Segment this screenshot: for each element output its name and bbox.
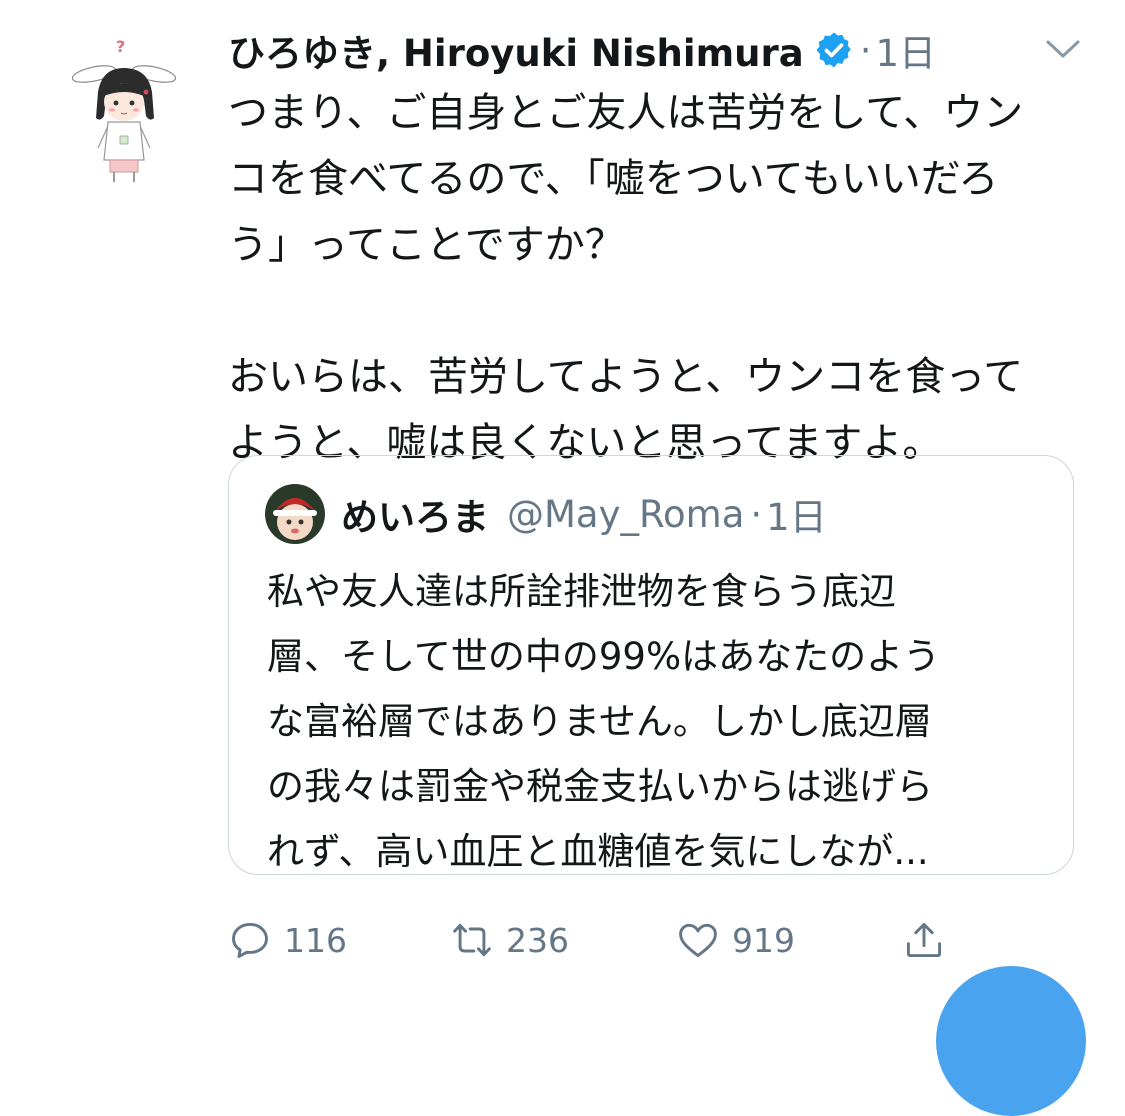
share-icon bbox=[906, 922, 942, 958]
share-button[interactable] bbox=[902, 915, 946, 965]
header-separator: · bbox=[859, 28, 872, 72]
retweet-icon bbox=[453, 923, 491, 957]
svg-text:?: ? bbox=[116, 37, 125, 56]
quoted-tweet-timestamp: 1日 bbox=[766, 496, 827, 539]
heart-icon bbox=[679, 923, 717, 958]
tweet-timestamp[interactable]: 1日 bbox=[875, 23, 936, 77]
quoted-author-avatar[interactable] bbox=[265, 484, 325, 544]
retweet-count: 236 bbox=[506, 920, 569, 960]
like-button[interactable]: 919 bbox=[676, 915, 795, 965]
quoted-author-handle[interactable]: @May_Roma bbox=[507, 493, 744, 536]
chevron-down-icon[interactable] bbox=[1044, 36, 1082, 62]
reply-icon bbox=[232, 922, 268, 958]
quoted-tweet-card[interactable]: めいろま @May_Roma · 1日 私や友人達は所詮排泄物を食らう底辺 層、… bbox=[228, 455, 1074, 875]
tweet-text: つまり、ご自身とご友人は苦労をして、ウン コを食べてるので、「嘘をついてもいいだ… bbox=[228, 90, 1024, 466]
tweet-header: ひろゆき, Hiroyuki Nishimura · 1日 bbox=[228, 22, 1088, 78]
like-count: 919 bbox=[732, 920, 795, 960]
author-avatar[interactable]: ? bbox=[64, 30, 184, 190]
reply-button[interactable]: 116 bbox=[228, 915, 347, 965]
quoted-header-separator: · bbox=[750, 492, 763, 536]
quoted-author-name[interactable]: めいろま bbox=[341, 487, 489, 541]
author-display-name[interactable]: ひろゆき, Hiroyuki Nishimura bbox=[228, 23, 804, 77]
quoted-tweet-header: めいろま @May_Roma · 1日 bbox=[341, 486, 827, 542]
tweet-action-bar: 116 236 919 bbox=[228, 915, 1068, 965]
verified-badge-icon bbox=[814, 30, 854, 70]
quoted-tweet-text: 私や友人達は所詮排泄物を食らう底辺 層、そして世の中の99%はあなたのよう な富… bbox=[267, 570, 941, 873]
compose-tweet-button[interactable] bbox=[936, 966, 1086, 1116]
reply-count: 116 bbox=[284, 920, 347, 960]
retweet-button[interactable]: 236 bbox=[450, 915, 569, 965]
